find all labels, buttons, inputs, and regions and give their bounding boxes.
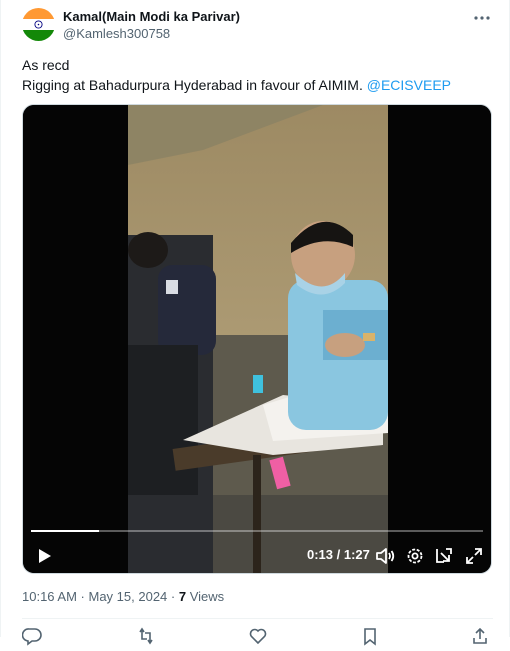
divider xyxy=(22,618,493,619)
action-bar xyxy=(21,626,492,646)
settings-icon xyxy=(407,548,423,564)
more-options-button[interactable] xyxy=(471,8,493,28)
time-separator: / xyxy=(333,547,344,562)
tweet-time[interactable]: 10:16 AM xyxy=(22,589,77,604)
volume-button[interactable] xyxy=(374,545,396,567)
bookmark-icon xyxy=(364,628,376,646)
bookmark-button[interactable] xyxy=(360,626,380,646)
video-player[interactable]: 0:13 / 1:27 xyxy=(22,104,492,574)
tweet-text: As recd Rigging at Bahadurpura Hyderabad… xyxy=(22,55,492,95)
repost-button[interactable] xyxy=(136,626,156,646)
reply-icon xyxy=(21,628,42,646)
tweet-meta: 10:16 AM · May 15, 2024 · 7 Views xyxy=(22,589,224,604)
tweet-date[interactable]: May 15, 2024 xyxy=(89,589,168,604)
picture-in-picture-icon xyxy=(436,548,452,563)
reply-button[interactable] xyxy=(21,626,42,646)
play-icon xyxy=(39,549,51,563)
tweet-line-2: Rigging at Bahadurpura Hyderabad in favo… xyxy=(22,75,492,95)
tweet-card: Kamal(Main Modi ka Parivar) @Kamlesh3007… xyxy=(0,0,510,646)
like-button[interactable] xyxy=(248,626,268,646)
india-flag-avatar-icon xyxy=(22,8,55,41)
heart-icon xyxy=(249,628,267,645)
fullscreen-icon xyxy=(466,548,482,564)
meta-dot-2: · xyxy=(167,589,179,604)
volume-icon xyxy=(376,548,395,564)
mention-link[interactable]: @ECISVEEP xyxy=(367,77,451,93)
video-time: 0:13 / 1:27 xyxy=(307,547,370,562)
views-label: Views xyxy=(186,589,225,604)
video-progress-bar[interactable] xyxy=(31,530,483,532)
current-time: 0:13 xyxy=(307,547,334,562)
tweet-line-2-text: Rigging at Bahadurpura Hyderabad in favo… xyxy=(22,77,367,93)
meta-dot: · xyxy=(76,589,89,604)
profile-avatar[interactable] xyxy=(22,8,55,41)
share-icon xyxy=(473,627,487,644)
settings-button[interactable] xyxy=(404,545,426,567)
tweet-line-1: As recd xyxy=(22,57,70,73)
fullscreen-button[interactable] xyxy=(463,545,485,567)
play-button[interactable] xyxy=(33,545,55,567)
repost-icon xyxy=(139,627,153,645)
views-count: 7 xyxy=(178,589,187,604)
author-handle[interactable]: @Kamlesh300758 xyxy=(63,26,170,41)
share-button[interactable] xyxy=(470,626,490,646)
video-frame xyxy=(23,105,491,573)
picture-in-picture-button[interactable] xyxy=(433,545,455,567)
video-progress-fill xyxy=(31,530,99,532)
duration: 1:27 xyxy=(343,547,370,562)
ellipsis-icon xyxy=(474,16,490,20)
author-display-name[interactable]: Kamal(Main Modi ka Parivar) xyxy=(63,9,240,24)
